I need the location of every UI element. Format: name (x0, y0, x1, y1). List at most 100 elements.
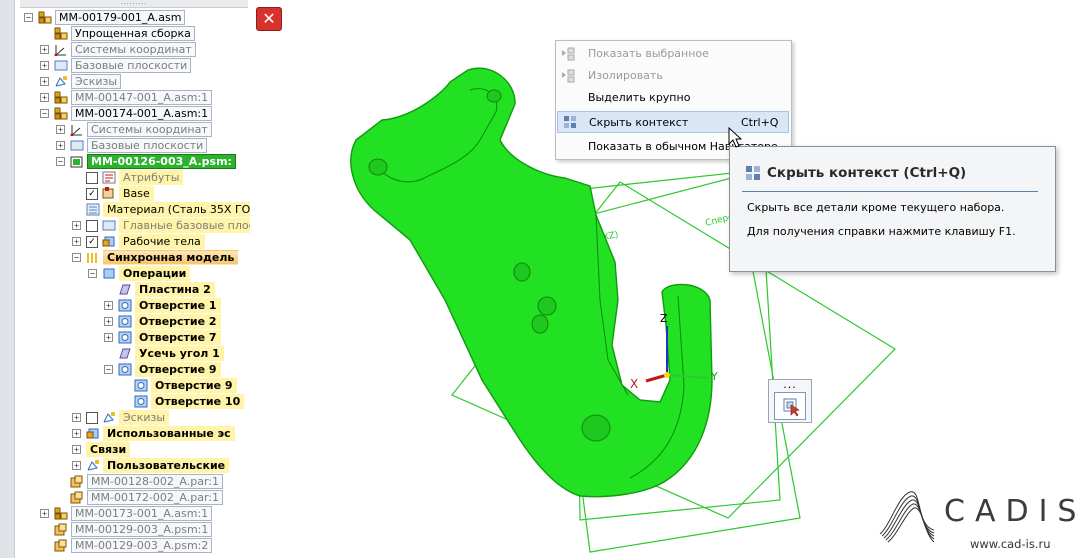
visibility-checkbox[interactable]: ✓ (86, 188, 98, 200)
expand-icon[interactable]: + (40, 509, 49, 518)
tree-row-label[interactable]: Отверстие 7 (135, 330, 221, 345)
tree-row[interactable]: MM-00129-003_A.psm:1 (0, 522, 250, 537)
expand-icon[interactable]: + (56, 125, 65, 134)
tree-row-label[interactable]: Эскизы (119, 410, 170, 425)
tree-row[interactable]: Атрибуты (0, 170, 250, 185)
tree-row[interactable]: Упрощенная сборка (0, 26, 250, 41)
tree-row-label[interactable]: MM-00174-001_A.asm:1 (71, 106, 213, 121)
tree-row-label[interactable]: Отверстие 9 (135, 362, 221, 377)
close-button[interactable]: ✕ (256, 7, 282, 31)
tree-row[interactable]: MM-00129-003_A.psm:2 (0, 538, 250, 553)
expand-icon[interactable]: + (104, 301, 113, 310)
tree-row-label[interactable]: Атрибуты (119, 170, 184, 185)
tree-row[interactable]: MM-00128-002_A.par:1 (0, 474, 250, 489)
tree-row[interactable]: + Базовые плоскости (0, 58, 250, 73)
tree-row[interactable]: Отверстие 9 (0, 378, 250, 393)
tree-row-label[interactable]: Рабочие тела (119, 234, 205, 249)
visibility-checkbox[interactable] (86, 412, 98, 424)
tree-row-label[interactable]: MM-00147-001_A.asm:1 (71, 90, 213, 105)
visibility-checkbox[interactable]: ✓ (86, 236, 98, 248)
tree-row-label[interactable]: MM-00173-001_A.asm:1 (71, 506, 213, 521)
context-menu-item[interactable]: Скрыть контекст Ctrl+Q (557, 111, 789, 133)
expand-icon[interactable]: + (40, 77, 49, 86)
expand-icon[interactable]: + (40, 93, 49, 102)
mini-toolbar-grip[interactable]: ... (769, 378, 811, 391)
tree-row-label[interactable]: MM-00179-001_A.asm (55, 10, 186, 25)
context-menu-item[interactable]: Показать выбранное (557, 43, 789, 65)
mini-toolbar-button[interactable] (774, 392, 806, 420)
collapse-icon[interactable]: − (56, 157, 65, 166)
expand-icon[interactable]: + (72, 461, 81, 470)
tree-row-label[interactable]: Операции (119, 266, 191, 281)
pane-grip[interactable]: ......... (20, 0, 248, 8)
tree-row[interactable]: − MM-00179-001_A.asm (0, 10, 250, 25)
tree-row[interactable]: + ✓ Рабочие тела (0, 234, 250, 249)
visibility-checkbox[interactable] (86, 220, 98, 232)
tree-row[interactable]: + Отверстие 1 (0, 298, 250, 313)
tree-row-label[interactable]: MM-00129-003_A.psm:2 (71, 538, 213, 553)
context-menu-item[interactable]: Выделить крупно (557, 87, 789, 109)
tree-row[interactable]: + Базовые плоскости (0, 138, 250, 153)
tree-row-label[interactable]: Системы координат (87, 122, 212, 137)
tree-row[interactable]: − MM-00174-001_A.asm:1 (0, 106, 250, 121)
tree-row-label[interactable]: Главные базовые плоско (119, 218, 250, 233)
tree-row[interactable]: + Отверстие 2 (0, 314, 250, 329)
expand-icon[interactable]: + (104, 333, 113, 342)
tree-row-label[interactable]: Отверстие 10 (151, 394, 245, 409)
tree-row-label[interactable]: Использованные эс (103, 426, 235, 441)
tree-row[interactable]: + Использованные эс (0, 426, 250, 441)
tree-row-label[interactable]: Материал (Сталь 35Х ГОС (103, 202, 250, 217)
tree-row[interactable]: + Эскизы (0, 410, 250, 425)
tree-row-label[interactable]: MM-00129-003_A.psm:1 (71, 522, 213, 537)
tree-row[interactable]: + MM-00147-001_A.asm:1 (0, 90, 250, 105)
tree-row[interactable]: Пластина 2 (0, 282, 250, 297)
collapse-icon[interactable]: − (72, 253, 81, 262)
tree-row-label[interactable]: Base (119, 186, 154, 201)
expand-icon[interactable]: + (104, 317, 113, 326)
tree-row[interactable]: + MM-00173-001_A.asm:1 (0, 506, 250, 521)
expand-icon[interactable]: + (40, 61, 49, 70)
tree-row-label[interactable]: Системы координат (71, 42, 196, 57)
tree-row[interactable]: + Отверстие 7 (0, 330, 250, 345)
tree-row[interactable]: + Пользовательские (0, 458, 250, 473)
tree-row-label[interactable]: MM-00126-003_A.psm: (87, 154, 236, 169)
expand-icon[interactable]: + (72, 237, 81, 246)
tree-row-label[interactable]: Отверстие 1 (135, 298, 221, 313)
tree-row[interactable]: ✓ Base (0, 186, 250, 201)
expand-icon[interactable]: + (72, 429, 81, 438)
tree-row[interactable]: + Системы координат (0, 122, 250, 137)
collapse-icon[interactable]: − (40, 109, 49, 118)
tree-row-label[interactable]: Эскизы (71, 74, 122, 89)
tree-row-label[interactable]: Отверстие 9 (151, 378, 237, 393)
tree-row-label[interactable]: MM-00128-002_A.par:1 (87, 474, 223, 489)
collapse-icon[interactable]: − (24, 13, 33, 22)
tree-row[interactable]: Материал (Сталь 35Х ГОС (0, 202, 250, 217)
expand-icon[interactable]: + (72, 413, 81, 422)
expand-icon[interactable]: + (40, 45, 49, 54)
tree-row[interactable]: Усечь угол 1 (0, 346, 250, 361)
tree-row[interactable]: − Синхронная модель (0, 250, 250, 265)
tree-row[interactable]: − Отверстие 9 (0, 362, 250, 377)
tree-row[interactable]: + Эскизы (0, 74, 250, 89)
tree-row-label[interactable]: Базовые плоскости (71, 58, 192, 73)
tree-row[interactable]: − MM-00126-003_A.psm: (0, 154, 250, 169)
visibility-checkbox[interactable] (86, 172, 98, 184)
tree-row[interactable]: + Главные базовые плоско (0, 218, 250, 233)
tree-row-label[interactable]: Отверстие 2 (135, 314, 221, 329)
tree-row[interactable]: Отверстие 10 (0, 394, 250, 409)
tree-row-label[interactable]: Пользовательские (103, 458, 230, 473)
expand-icon[interactable]: + (56, 141, 65, 150)
tree-row-label[interactable]: Усечь угол 1 (135, 346, 224, 361)
context-menu-item[interactable]: Изолировать (557, 65, 789, 87)
tree-row[interactable]: + Связи (0, 442, 250, 457)
tree-row-label[interactable]: MM-00172-002_A.par:1 (87, 490, 223, 505)
tree-row[interactable]: + Системы координат (0, 42, 250, 57)
tree-row-label[interactable]: Синхронная модель (103, 250, 239, 265)
tree-row-label[interactable]: Базовые плоскости (87, 138, 208, 153)
collapse-icon[interactable]: − (104, 365, 113, 374)
expand-icon[interactable]: + (72, 445, 81, 454)
expand-icon[interactable]: + (72, 221, 81, 230)
collapse-icon[interactable]: − (88, 269, 97, 278)
tree-row-label[interactable]: Упрощенная сборка (71, 26, 195, 41)
tree-row-label[interactable]: Связи (86, 442, 131, 457)
